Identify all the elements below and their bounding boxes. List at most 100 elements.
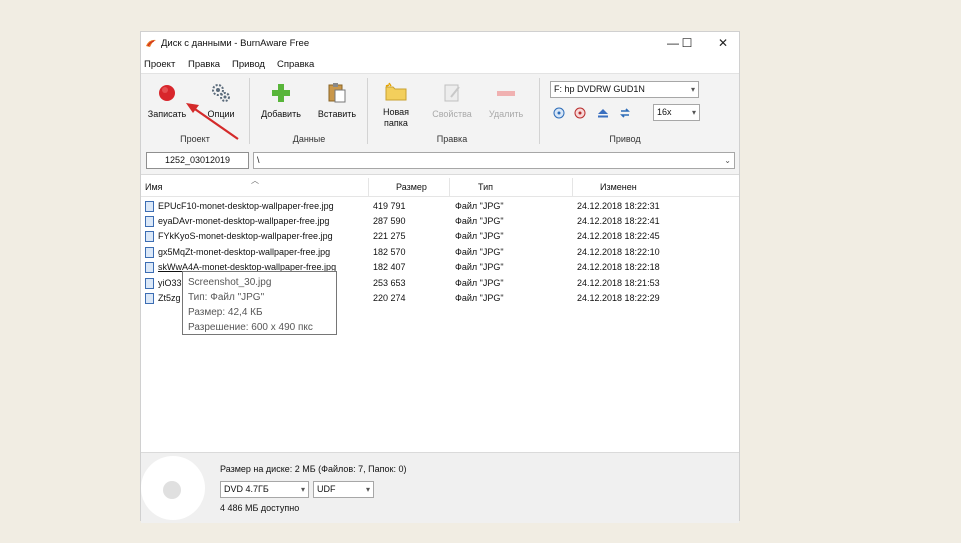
menu-help[interactable]: Справка bbox=[277, 59, 314, 70]
disc-icon bbox=[141, 456, 205, 520]
file-size: 287 590 bbox=[373, 216, 406, 226]
plus-icon bbox=[272, 84, 290, 102]
path-value: \ bbox=[257, 155, 260, 165]
speed-value: 16x bbox=[657, 107, 672, 117]
tooltip-filename: Screenshot_30.jpg bbox=[188, 277, 272, 288]
image-file-icon bbox=[145, 262, 154, 273]
delete-button[interactable]: Удалить bbox=[483, 82, 529, 120]
gear-icon bbox=[212, 84, 230, 102]
options-label: Опции bbox=[207, 109, 235, 119]
erase-disc-icon[interactable] bbox=[574, 107, 586, 119]
group-label-project: Проект bbox=[180, 134, 210, 144]
new-folder-label: Новая папка bbox=[382, 107, 410, 128]
image-file-icon bbox=[145, 293, 154, 304]
maximize-button[interactable]: ☐ bbox=[673, 34, 701, 52]
image-file-icon bbox=[145, 231, 154, 242]
file-size: 220 274 bbox=[373, 293, 406, 303]
new-folder-icon bbox=[385, 82, 407, 101]
image-file-icon bbox=[145, 216, 154, 227]
options-button[interactable]: Опции bbox=[199, 82, 243, 120]
disc-type-select[interactable]: DVD 4.7ГБ ▾ bbox=[220, 481, 309, 498]
chevron-down-icon: ▾ bbox=[300, 485, 305, 494]
file-row[interactable]: FYkKyoS-monet-desktop-wallpaper-free.jpg… bbox=[141, 229, 739, 245]
window-title: Диск с данными - BurnAware Free bbox=[161, 38, 310, 49]
free-space-text: 4 486 МБ доступно bbox=[220, 503, 300, 513]
clipboard-icon bbox=[328, 83, 346, 103]
address-bar: 1252_03012019 \ ⌄ bbox=[141, 149, 739, 175]
menu-bar: Проект Правка Привод Справка bbox=[141, 55, 739, 73]
file-type: Файл "JPG" bbox=[455, 247, 504, 257]
speed-select[interactable]: 16x ▾ bbox=[653, 104, 700, 121]
file-name: EPUcF10-monet-desktop-wallpaper-free.jpg bbox=[158, 201, 334, 211]
file-list-header: ︿ Имя Размер Тип Изменен bbox=[141, 176, 739, 197]
file-type: Файл "JPG" bbox=[455, 201, 504, 211]
new-folder-button[interactable]: Новая папка bbox=[374, 82, 418, 129]
properties-label: Свойства bbox=[432, 109, 472, 119]
delete-label: Удалить bbox=[488, 109, 524, 119]
refresh-icon[interactable] bbox=[619, 107, 631, 119]
minus-icon bbox=[497, 91, 515, 96]
image-file-icon bbox=[145, 201, 154, 212]
drive-value: F: hp DVDRW GUD1N bbox=[554, 84, 645, 94]
menu-edit[interactable]: Правка bbox=[188, 59, 220, 70]
file-type: Файл "JPG" bbox=[455, 293, 504, 303]
properties-button[interactable]: Свойства bbox=[425, 82, 479, 120]
file-type: Файл "JPG" bbox=[455, 262, 504, 272]
chevron-down-icon: ⌄ bbox=[724, 156, 731, 165]
eject-icon[interactable] bbox=[597, 107, 609, 119]
file-type: Файл "JPG" bbox=[455, 231, 504, 241]
file-name: FYkKyoS-monet-desktop-wallpaper-free.jpg bbox=[158, 231, 333, 241]
file-size: 182 407 bbox=[373, 262, 406, 272]
sort-ascending-icon: ︿ bbox=[251, 176, 259, 185]
disc-info-icon[interactable] bbox=[553, 107, 565, 119]
filesystem-select[interactable]: UDF ▾ bbox=[313, 481, 374, 498]
tooltip-type: Тип: Файл "JPG" bbox=[188, 292, 265, 303]
file-row[interactable]: eyaDAvr-monet-desktop-wallpaper-free.jpg… bbox=[141, 214, 739, 230]
burn-label: Записать bbox=[147, 109, 187, 119]
group-label-data: Данные bbox=[292, 134, 326, 144]
file-name: Zt5zg bbox=[158, 293, 181, 303]
burnaware-logo-icon bbox=[146, 39, 156, 47]
paste-button[interactable]: Вставить bbox=[313, 82, 361, 120]
burn-button[interactable]: Записать bbox=[145, 82, 189, 120]
add-button[interactable]: Добавить bbox=[257, 82, 305, 120]
add-label: Добавить bbox=[261, 109, 301, 119]
ribbon-divider bbox=[249, 78, 250, 144]
group-label-drive: Привод bbox=[609, 134, 641, 144]
menu-drive[interactable]: Привод bbox=[232, 59, 265, 70]
file-modified: 24.12.2018 18:22:45 bbox=[577, 231, 660, 241]
group-label-edit: Правка bbox=[436, 134, 468, 144]
path-select[interactable]: \ ⌄ bbox=[253, 152, 735, 169]
file-name: gx5MqZt-monet-desktop-wallpaper-free.jpg bbox=[158, 247, 331, 257]
properties-icon bbox=[444, 84, 460, 102]
column-divider[interactable] bbox=[368, 178, 369, 196]
file-type: Файл "JPG" bbox=[455, 216, 504, 226]
ribbon-divider bbox=[367, 78, 368, 144]
ribbon-toolbar: Записать Опции Проект Добавить Вставить … bbox=[141, 73, 739, 150]
file-modified: 24.12.2018 18:22:18 bbox=[577, 262, 660, 272]
record-icon bbox=[159, 85, 175, 101]
column-header-name[interactable]: Имя bbox=[145, 182, 163, 192]
image-file-icon bbox=[145, 278, 154, 289]
file-modified: 24.12.2018 18:21:53 bbox=[577, 278, 660, 288]
file-size: 253 653 bbox=[373, 278, 406, 288]
file-row[interactable]: gx5MqZt-monet-desktop-wallpaper-free.jpg… bbox=[141, 245, 739, 261]
file-modified: 24.12.2018 18:22:31 bbox=[577, 201, 660, 211]
file-size: 221 275 bbox=[373, 231, 406, 241]
volume-name-input[interactable]: 1252_03012019 bbox=[146, 152, 249, 169]
ribbon-divider bbox=[539, 78, 540, 144]
drive-select[interactable]: F: hp DVDRW GUD1N ▾ bbox=[550, 81, 699, 98]
burnaware-window: Диск с данными - BurnAware Free — ☐ ✕ Пр… bbox=[140, 31, 740, 523]
menu-project[interactable]: Проект bbox=[144, 59, 175, 70]
column-header-size[interactable]: Размер bbox=[396, 182, 427, 192]
filesystem-value: UDF bbox=[317, 484, 336, 494]
chevron-down-icon: ▾ bbox=[690, 85, 695, 94]
close-button[interactable]: ✕ bbox=[709, 34, 737, 52]
file-type: Файл "JPG" bbox=[455, 278, 504, 288]
column-divider[interactable] bbox=[572, 178, 573, 196]
status-bar: Размер на диске: 2 МБ (Файлов: 7, Папок:… bbox=[141, 452, 739, 523]
column-header-modified[interactable]: Изменен bbox=[600, 182, 637, 192]
column-header-type[interactable]: Тип bbox=[478, 182, 493, 192]
column-divider[interactable] bbox=[449, 178, 450, 196]
file-row[interactable]: EPUcF10-monet-desktop-wallpaper-free.jpg… bbox=[141, 199, 739, 215]
